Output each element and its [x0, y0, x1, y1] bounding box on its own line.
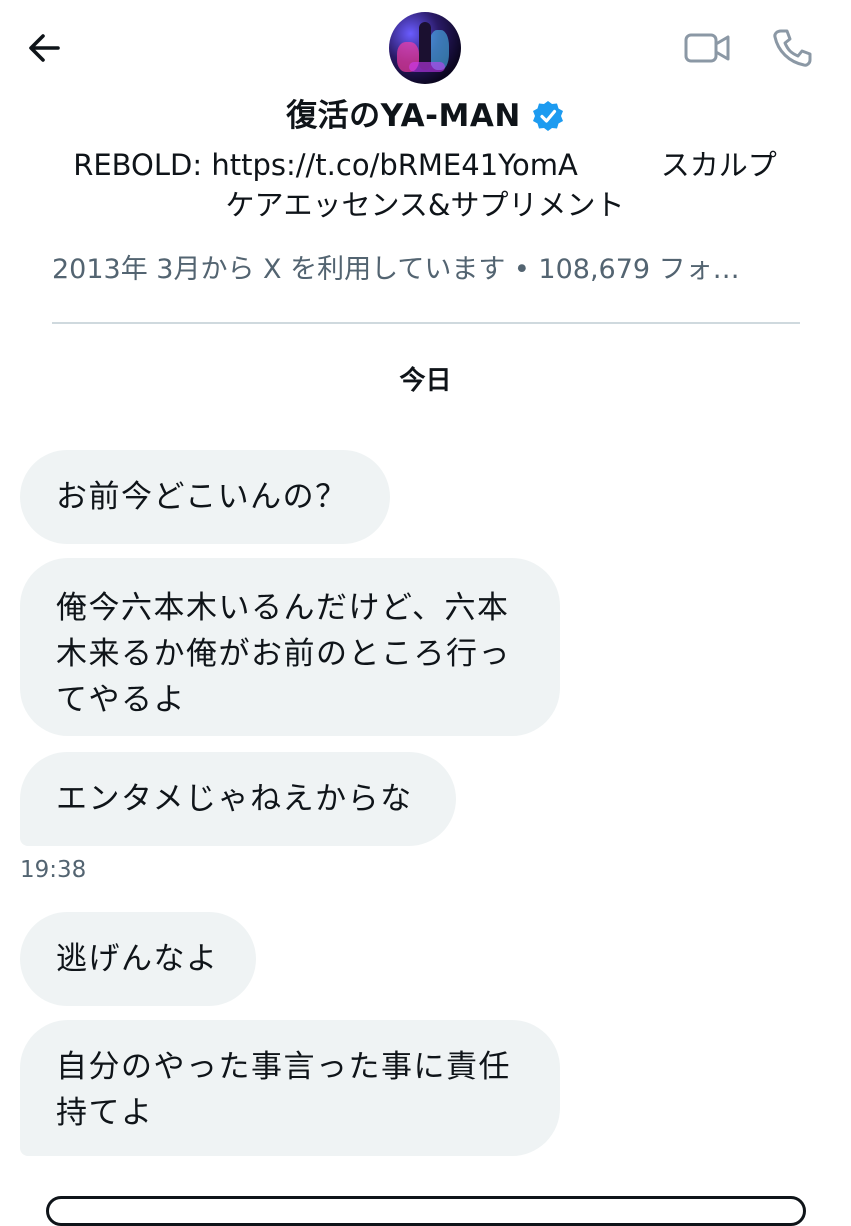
conversation-header — [0, 0, 851, 100]
profile-name[interactable]: 復活のYA-MAN — [286, 94, 521, 138]
message-timestamp: 19:38 — [20, 857, 87, 883]
video-camera-icon — [684, 33, 730, 63]
message-bubble[interactable]: エンタメじゃねえからな — [20, 752, 456, 846]
profile-name-row: 復活のYA-MAN — [0, 94, 851, 138]
message-bubble[interactable]: 逃げんなよ — [20, 912, 256, 1006]
voice-call-button[interactable] — [768, 24, 816, 72]
profile-avatar[interactable] — [389, 12, 461, 84]
profile-meta: 2013年 3月から X を利用しています • 108,679 フォ… — [52, 254, 740, 285]
bio-line-2: ケアエッセンス&サプリメント — [225, 188, 625, 222]
divider — [52, 322, 800, 324]
video-call-button[interactable] — [682, 26, 732, 70]
verified-badge-icon — [532, 101, 563, 131]
date-separator: 今日 — [399, 366, 452, 396]
message-bubble[interactable]: 俺今六本木いるんだけど、六本 木来るか俺がお前のところ行っ てやるよ — [20, 558, 560, 736]
phone-icon — [773, 29, 812, 67]
message-bubble[interactable]: 自分のやった事言った事に責任 持てよ — [20, 1020, 560, 1156]
profile-bio: REBOLD: https://t.co/bRME41YomA スカルプ ケアエ… — [40, 145, 810, 225]
back-button[interactable] — [22, 26, 66, 70]
message-composer[interactable] — [46, 1196, 806, 1226]
message-bubble[interactable]: お前今どこいんの？ — [20, 450, 390, 544]
arrow-left-icon — [29, 34, 60, 62]
bio-line-1: REBOLD: https://t.co/bRME41YomA スカルプ — [73, 148, 777, 182]
